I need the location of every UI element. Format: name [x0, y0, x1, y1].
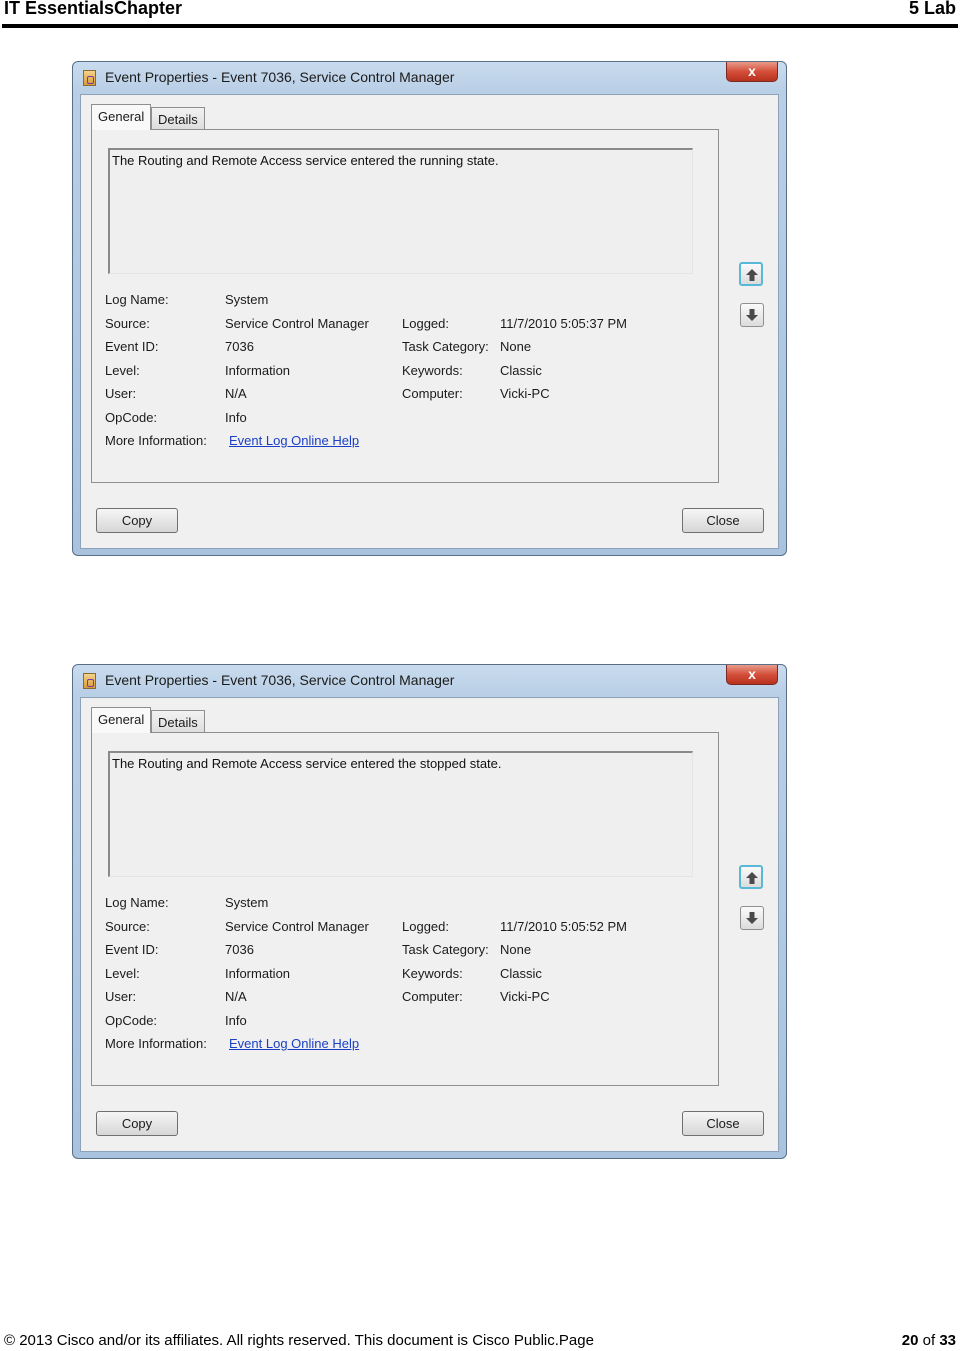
task-category-value: None	[500, 339, 532, 354]
event-viewer-icon	[83, 70, 96, 86]
header-chapter: 5 Lab	[908, 0, 956, 18]
level-label: Level:	[105, 363, 140, 378]
dialog-client-area: General Details The Routing and Remote A…	[80, 94, 779, 549]
arrow-down-icon	[746, 912, 758, 924]
arrow-up-icon	[746, 269, 758, 281]
computer-label: Computer:	[402, 989, 463, 1004]
task-category-label: Task Category:	[402, 339, 489, 354]
general-tab-panel: The Routing and Remote Access service en…	[91, 732, 719, 1086]
keywords-label: Keywords:	[402, 363, 463, 378]
window-close-button[interactable]: x	[726, 62, 778, 82]
event-id-value: 7036	[225, 942, 254, 957]
window-title: Event Properties - Event 7036, Service C…	[105, 69, 455, 85]
window-title: Event Properties - Event 7036, Service C…	[105, 672, 455, 688]
page-current: 20	[901, 1332, 919, 1349]
log-name-label: Log Name:	[105, 895, 169, 910]
next-event-button[interactable]	[740, 906, 764, 930]
computer-value: Vicki-PC	[500, 386, 550, 401]
task-category-label: Task Category:	[402, 942, 489, 957]
title-bar[interactable]: Event Properties - Event 7036, Service C…	[73, 62, 786, 94]
keywords-label: Keywords:	[402, 966, 463, 981]
document-header: IT EssentialsChapter 5 Lab	[4, 0, 956, 22]
event-viewer-icon	[83, 673, 96, 689]
log-name-value: System	[225, 292, 269, 307]
page-number: 20 of 33	[902, 1332, 956, 1349]
user-label: User:	[105, 386, 137, 401]
level-label: Level:	[105, 966, 140, 981]
opcode-label: OpCode:	[105, 410, 158, 425]
logged-label: Logged:	[402, 316, 449, 331]
close-button[interactable]: Close	[682, 508, 764, 533]
log-name-label: Log Name:	[105, 292, 169, 307]
logged-value: 11/7/2010 5:05:37 PM	[500, 316, 627, 331]
next-event-button[interactable]	[740, 303, 764, 327]
keywords-value: Classic	[500, 363, 542, 378]
tab-details[interactable]: Details	[151, 107, 205, 131]
header-rule	[2, 24, 958, 28]
tab-details[interactable]: Details	[151, 710, 205, 734]
arrow-down-icon	[746, 309, 758, 321]
copyright-text: © 2013 Cisco and/or its affiliates. All …	[4, 1332, 594, 1349]
source-label: Source:	[105, 316, 150, 331]
source-label: Source:	[105, 919, 150, 934]
log-name-value: System	[225, 895, 269, 910]
logged-label: Logged:	[402, 919, 449, 934]
copy-button[interactable]: Copy	[96, 508, 178, 533]
computer-label: Computer:	[402, 386, 463, 401]
copy-button[interactable]: Copy	[96, 1111, 178, 1136]
close-button[interactable]: Close	[682, 1111, 764, 1136]
opcode-value: Info	[225, 1013, 247, 1028]
opcode-label: OpCode:	[105, 1013, 158, 1028]
level-value: Information	[225, 966, 291, 981]
opcode-value: Info	[225, 410, 247, 425]
more-information-label: More Information:	[105, 433, 207, 448]
user-value: N/A	[225, 989, 247, 1004]
event-log-online-help-link[interactable]: Event Log Online Help	[229, 1036, 359, 1051]
general-tab-panel: The Routing and Remote Access service en…	[91, 129, 719, 483]
window-close-button[interactable]: x	[726, 665, 778, 685]
computer-value: Vicki-PC	[500, 989, 550, 1004]
title-bar[interactable]: Event Properties - Event 7036, Service C…	[73, 665, 786, 697]
task-category-value: None	[500, 942, 532, 957]
event-id-label: Event ID:	[105, 339, 159, 354]
previous-event-button[interactable]	[739, 262, 763, 286]
page-of: of	[918, 1332, 940, 1349]
header-title: IT EssentialsChapter	[4, 0, 183, 18]
source-value: Service Control Manager	[225, 919, 369, 934]
arrow-up-icon	[746, 872, 758, 884]
user-label: User:	[105, 989, 137, 1004]
event-description[interactable]: The Routing and Remote Access service en…	[108, 751, 693, 877]
event-id-value: 7036	[225, 339, 254, 354]
event-id-label: Event ID:	[105, 942, 159, 957]
event-properties-window: Event Properties - Event 7036, Service C…	[72, 664, 787, 1159]
tab-general[interactable]: General	[91, 707, 152, 733]
tab-general[interactable]: General	[91, 104, 152, 130]
previous-event-button[interactable]	[739, 865, 763, 889]
keywords-value: Classic	[500, 966, 542, 981]
more-information-label: More Information:	[105, 1036, 207, 1051]
page-total: 33	[939, 1332, 956, 1349]
source-value: Service Control Manager	[225, 316, 369, 331]
event-properties-window: Event Properties - Event 7036, Service C…	[72, 61, 787, 556]
level-value: Information	[225, 363, 291, 378]
logged-value: 11/7/2010 5:05:52 PM	[500, 919, 627, 934]
user-value: N/A	[225, 386, 247, 401]
document-footer: © 2013 Cisco and/or its affiliates. All …	[4, 1332, 956, 1350]
event-log-online-help-link[interactable]: Event Log Online Help	[229, 433, 359, 448]
dialog-client-area: General Details The Routing and Remote A…	[80, 697, 779, 1152]
event-description[interactable]: The Routing and Remote Access service en…	[108, 148, 693, 274]
